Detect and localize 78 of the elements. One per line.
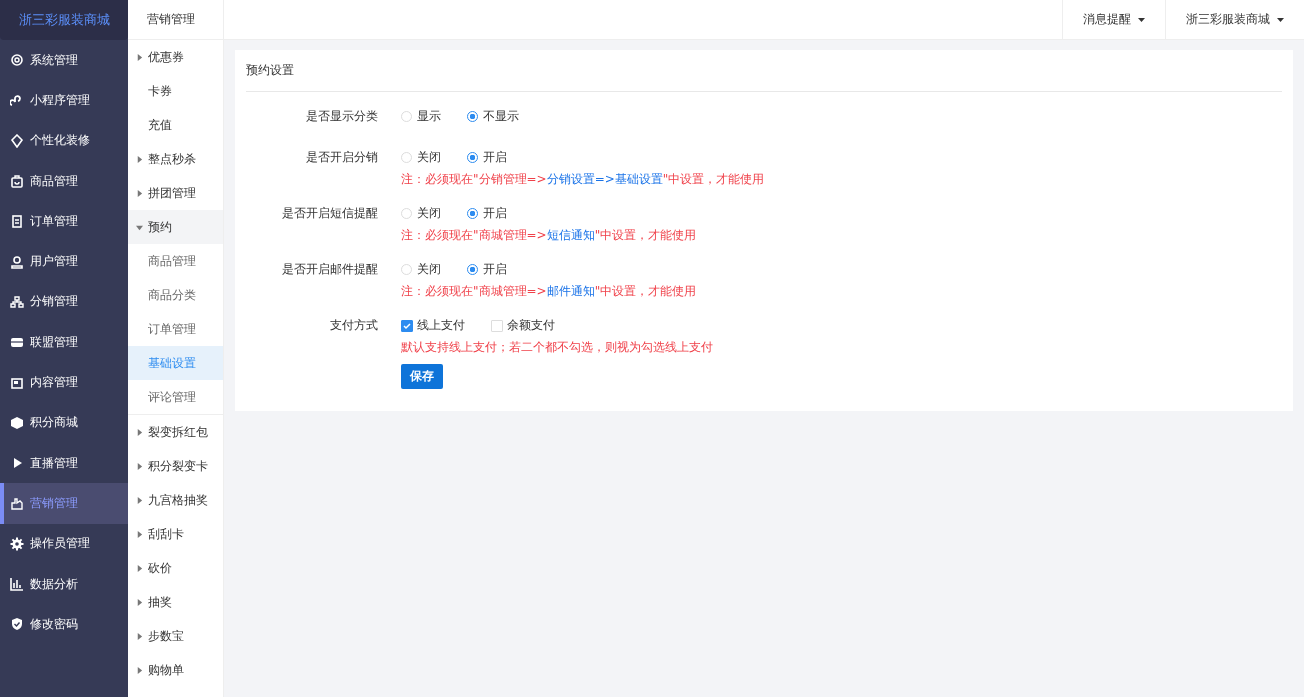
hint-text: 默认支持线上支付；若二个都不勾选，则视为勾选线上支付 xyxy=(401,339,713,356)
user-icon xyxy=(10,254,24,269)
radio-option[interactable]: 不显示 xyxy=(467,108,519,125)
radio-option[interactable]: 开启 xyxy=(467,205,507,222)
radio-option[interactable]: 关闭 xyxy=(401,205,441,222)
brand-title: 浙三彩服装商城 xyxy=(0,0,128,40)
checkbox-option[interactable]: 余额支付 xyxy=(491,317,555,334)
link-icon xyxy=(10,93,24,108)
hint-text: 注：必须现在"商城管理=>邮件通知"中设置，才能使用 xyxy=(401,283,697,300)
radio-option[interactable]: 关闭 xyxy=(401,261,441,278)
submenu-item[interactable]: 充值 xyxy=(128,108,223,142)
submenu-item[interactable]: 砍价 xyxy=(128,551,223,585)
radio-option[interactable]: 关闭 xyxy=(401,149,441,166)
bag-icon xyxy=(10,174,24,189)
submenu-item[interactable]: 抽奖 xyxy=(128,585,223,619)
sidebar-item[interactable]: 直播管理 xyxy=(0,442,128,484)
shield-icon xyxy=(10,617,24,632)
sidebar-item[interactable]: 分销管理 xyxy=(0,281,128,323)
submenu-item[interactable]: 裂变拆红包 xyxy=(128,415,223,449)
field-label: 是否开启短信提醒 xyxy=(281,205,378,222)
card-title: 预约设置 xyxy=(246,50,1282,92)
sidebar-item[interactable]: 个性化装修 xyxy=(0,120,128,161)
hand-icon xyxy=(10,496,24,511)
submenu-item[interactable]: 优惠券 xyxy=(128,40,223,74)
clipboard-icon xyxy=(10,214,24,229)
bar-chart-icon xyxy=(10,577,24,591)
save-button[interactable]: 保存 xyxy=(401,364,443,389)
sidebar-item[interactable]: 订单管理 xyxy=(0,201,128,242)
dropdown-menu[interactable]: 消息提醒 xyxy=(1062,0,1165,39)
submenu-title: 营销管理 xyxy=(128,0,223,40)
dropdown-menu[interactable]: 浙三彩服装商城 xyxy=(1165,0,1304,39)
sidebar-item[interactable]: 数据分析 xyxy=(0,563,128,605)
sidebar-item[interactable]: 系统管理 xyxy=(0,40,128,81)
field-label: 是否显示分类 xyxy=(305,108,378,125)
submenu-item[interactable]: 刮刮卡 xyxy=(128,517,223,551)
radio-option[interactable]: 开启 xyxy=(467,261,507,278)
radio-option[interactable]: 开启 xyxy=(467,149,507,166)
submenu-item[interactable]: 订单管理 xyxy=(128,312,223,346)
checkbox-option[interactable]: 线上支付 xyxy=(401,317,465,334)
field-label: 是否开启分销 xyxy=(305,149,378,166)
radio-button[interactable] xyxy=(467,152,478,163)
store-icon xyxy=(10,335,24,350)
sidebar-item[interactable]: 修改密码 xyxy=(0,604,128,645)
radio-button[interactable] xyxy=(467,111,478,122)
checkbox[interactable] xyxy=(401,319,413,332)
submenu-item[interactable]: 预约 xyxy=(128,210,223,244)
radio-option[interactable]: 显示 xyxy=(401,108,441,125)
diamond-icon xyxy=(10,133,24,148)
sidebar-item[interactable]: 内容管理 xyxy=(0,362,128,403)
window-icon xyxy=(10,375,24,390)
submenu-item[interactable]: 商品分类 xyxy=(128,278,223,312)
submenu-item[interactable]: 积分裂变卡 xyxy=(128,449,223,483)
sidebar-item[interactable]: 联盟管理 xyxy=(0,322,128,363)
settings-icon xyxy=(10,536,24,551)
caret-down-icon xyxy=(1138,17,1145,22)
submenu-item[interactable]: 步数宝 xyxy=(128,619,223,653)
hierarchy-icon xyxy=(10,294,24,309)
sidebar-item[interactable]: 操作员管理 xyxy=(0,523,128,564)
caret-down-icon xyxy=(1277,17,1284,22)
sidebar-item[interactable]: 小程序管理 xyxy=(0,80,128,121)
sidebar-item[interactable]: 用户管理 xyxy=(0,241,128,282)
cube-icon xyxy=(10,415,24,430)
hint-text: 注：必须现在"商城管理=>短信通知"中设置，才能使用 xyxy=(401,227,697,244)
submenu-item[interactable]: 商品管理 xyxy=(128,244,223,278)
field-label: 支付方式 xyxy=(329,317,378,334)
submenu-item[interactable]: 整点秒杀 xyxy=(128,142,223,176)
hint-text: 注：必须现在"分销管理=>分销设置=>基础设置"中设置，才能使用 xyxy=(401,171,765,188)
radio-button[interactable] xyxy=(467,264,478,275)
sidebar-item[interactable]: 商品管理 xyxy=(0,160,128,202)
submenu-item[interactable]: 卡券 xyxy=(128,74,223,108)
submenu-item[interactable]: 购物单 xyxy=(128,653,223,687)
radio-button[interactable] xyxy=(467,208,478,219)
field-label: 是否开启邮件提醒 xyxy=(281,261,378,278)
sidebar-item[interactable]: 积分商城 xyxy=(0,402,128,443)
submenu-item[interactable]: 拼团管理 xyxy=(128,176,223,210)
submenu-item[interactable]: 评论管理 xyxy=(128,380,223,414)
submenu-item[interactable]: 九宫格抽奖 xyxy=(128,483,223,517)
gear-icon xyxy=(10,53,24,68)
